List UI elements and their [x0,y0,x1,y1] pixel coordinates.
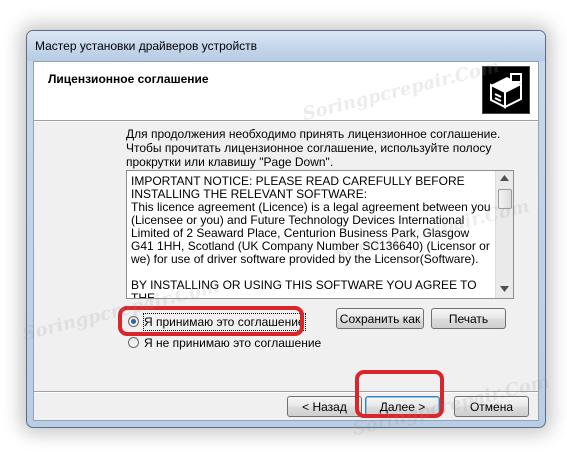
license-scrollbar[interactable] [495,171,513,298]
window-title: Мастер установки драйверов устройств [35,39,258,53]
decline-radio[interactable] [128,337,139,348]
license-text: IMPORTANT NOTICE: PLEASE READ CAREFULLY … [131,174,491,299]
page-title: Лицензионное соглашение [48,72,209,86]
scroll-up-button[interactable] [496,171,513,187]
cancel-button[interactable]: Отмена [454,396,529,417]
decline-label[interactable]: Я не принимаю это соглашение [144,335,321,351]
arrow-down-icon [500,286,509,292]
instructions-text: Для продолжения необходимо принять лицен… [126,127,501,169]
title-bar[interactable]: Мастер установки драйверов устройств [27,31,545,61]
back-button[interactable]: < Назад [287,396,362,417]
installer-box-icon [482,66,530,114]
wizard-client-area: Лицензионное соглашение Для продолжения … [33,61,539,421]
license-textbox[interactable]: IMPORTANT NOTICE: PLEASE READ CAREFULLY … [126,170,514,299]
footer-divider [34,391,538,393]
save-as-button[interactable]: Сохранить как [336,308,424,329]
accept-highlight [118,306,304,336]
next-highlight [355,370,444,418]
decline-option[interactable]: Я не принимаю это соглашение [128,335,321,351]
arrow-up-icon [500,175,509,181]
print-button[interactable]: Печать [431,308,506,329]
wizard-header: Лицензионное соглашение [34,62,538,121]
installer-window: Мастер установки драйверов устройств Лиц… [26,30,546,428]
scroll-down-button[interactable] [496,282,513,298]
scrollbar-thumb[interactable] [498,189,512,209]
header-divider [34,121,538,122]
